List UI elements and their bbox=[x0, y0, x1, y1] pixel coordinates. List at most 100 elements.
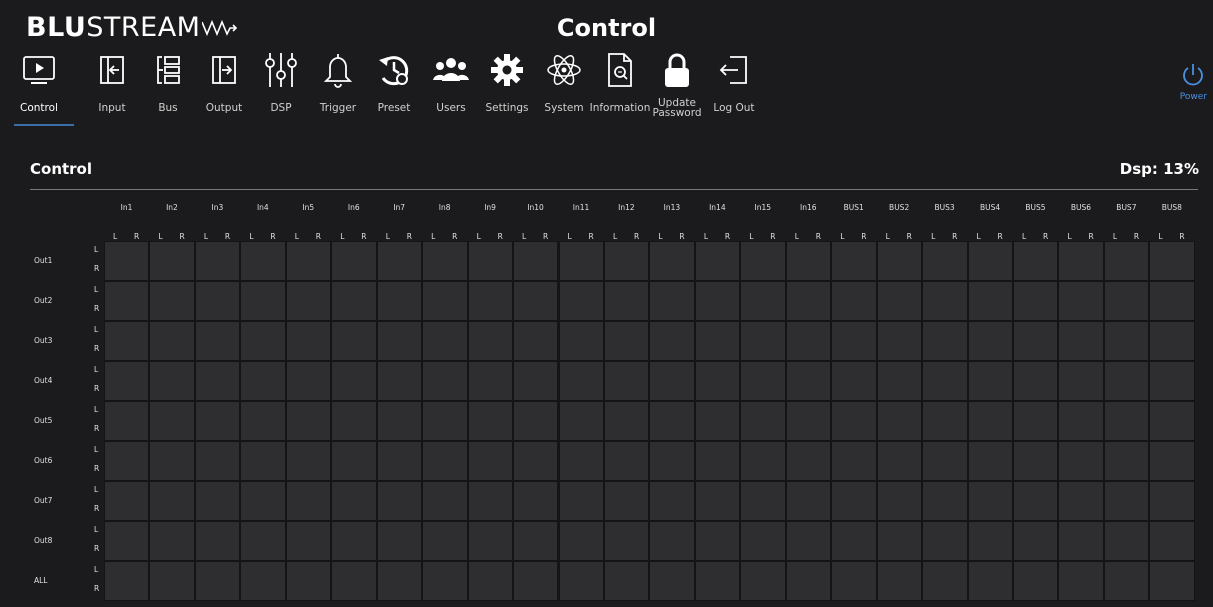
matrix-cell[interactable] bbox=[1059, 562, 1103, 600]
matrix-cell[interactable] bbox=[604, 242, 649, 280]
matrix-cell[interactable] bbox=[150, 482, 194, 520]
matrix-cell[interactable] bbox=[695, 322, 740, 360]
matrix-cell[interactable] bbox=[786, 562, 831, 600]
matrix-cell[interactable] bbox=[377, 442, 422, 480]
matrix-cell[interactable] bbox=[1059, 282, 1103, 320]
matrix-cell[interactable] bbox=[695, 282, 740, 320]
nav-item-trigger[interactable]: Trigger bbox=[308, 50, 368, 113]
matrix-cell[interactable] bbox=[423, 562, 467, 600]
matrix-cell[interactable] bbox=[1014, 402, 1058, 440]
matrix-cell[interactable] bbox=[877, 522, 922, 560]
matrix-cell[interactable] bbox=[832, 362, 876, 400]
matrix-cell[interactable] bbox=[741, 562, 785, 600]
matrix-cell[interactable] bbox=[195, 482, 240, 520]
matrix-cell[interactable] bbox=[241, 322, 285, 360]
matrix-cell[interactable] bbox=[786, 242, 831, 280]
matrix-cell[interactable] bbox=[423, 442, 467, 480]
matrix-cell[interactable] bbox=[1150, 442, 1194, 480]
nav-item-information[interactable]: Information bbox=[590, 50, 650, 113]
matrix-cell[interactable] bbox=[195, 522, 240, 560]
matrix-cell[interactable] bbox=[286, 562, 331, 600]
matrix-cell[interactable] bbox=[514, 402, 558, 440]
matrix-cell[interactable] bbox=[604, 282, 649, 320]
matrix-cell[interactable] bbox=[1150, 322, 1194, 360]
matrix-cell[interactable] bbox=[1014, 482, 1058, 520]
matrix-cell[interactable] bbox=[559, 322, 603, 360]
matrix-cell[interactable] bbox=[423, 242, 467, 280]
matrix-cell[interactable] bbox=[241, 482, 285, 520]
matrix-cell[interactable] bbox=[968, 402, 1012, 440]
nav-item-system[interactable]: System bbox=[534, 50, 594, 113]
matrix-cell[interactable] bbox=[377, 242, 422, 280]
matrix-cell[interactable] bbox=[650, 282, 694, 320]
matrix-cell[interactable] bbox=[786, 402, 831, 440]
matrix-cell[interactable] bbox=[695, 522, 740, 560]
matrix-cell[interactable] bbox=[604, 522, 649, 560]
nav-item-update-password[interactable]: Update Password bbox=[647, 50, 707, 118]
matrix-cell[interactable] bbox=[468, 522, 513, 560]
matrix-cell[interactable] bbox=[968, 242, 1012, 280]
matrix-cell[interactable] bbox=[1014, 522, 1058, 560]
matrix-cell[interactable] bbox=[559, 282, 603, 320]
matrix-cell[interactable] bbox=[786, 362, 831, 400]
matrix-cell[interactable] bbox=[604, 482, 649, 520]
matrix-cell[interactable] bbox=[741, 482, 785, 520]
matrix-cell[interactable] bbox=[468, 562, 513, 600]
matrix-cell[interactable] bbox=[423, 482, 467, 520]
matrix-cell[interactable] bbox=[286, 322, 331, 360]
matrix-cell[interactable] bbox=[1104, 362, 1149, 400]
matrix-cell[interactable] bbox=[604, 322, 649, 360]
matrix-cell[interactable] bbox=[105, 442, 149, 480]
matrix-cell[interactable] bbox=[832, 442, 876, 480]
matrix-cell[interactable] bbox=[1014, 442, 1058, 480]
matrix-cell[interactable] bbox=[832, 242, 876, 280]
matrix-cell[interactable] bbox=[105, 482, 149, 520]
matrix-cell[interactable] bbox=[1104, 562, 1149, 600]
matrix-cell[interactable] bbox=[877, 362, 922, 400]
matrix-cell[interactable] bbox=[968, 482, 1012, 520]
matrix-cell[interactable] bbox=[332, 242, 376, 280]
nav-item-users[interactable]: Users bbox=[421, 50, 481, 113]
matrix-cell[interactable] bbox=[559, 522, 603, 560]
matrix-cell[interactable] bbox=[514, 442, 558, 480]
nav-item-bus[interactable]: Bus bbox=[138, 50, 198, 113]
nav-item-control[interactable]: Control bbox=[9, 50, 69, 113]
matrix-cell[interactable] bbox=[377, 482, 422, 520]
nav-item-log-out[interactable]: Log Out bbox=[704, 50, 764, 113]
matrix-cell[interactable] bbox=[286, 362, 331, 400]
nav-item-preset[interactable]: Preset bbox=[364, 50, 424, 113]
matrix-cell[interactable] bbox=[741, 282, 785, 320]
matrix-cell[interactable] bbox=[741, 322, 785, 360]
matrix-cell[interactable] bbox=[877, 402, 922, 440]
matrix-cell[interactable] bbox=[286, 242, 331, 280]
matrix-cell[interactable] bbox=[650, 562, 694, 600]
matrix-cell[interactable] bbox=[514, 482, 558, 520]
matrix-cell[interactable] bbox=[1059, 402, 1103, 440]
matrix-cell[interactable] bbox=[468, 402, 513, 440]
matrix-cell[interactable] bbox=[286, 282, 331, 320]
matrix-cell[interactable] bbox=[741, 242, 785, 280]
matrix-cell[interactable] bbox=[286, 442, 331, 480]
matrix-cell[interactable] bbox=[423, 522, 467, 560]
matrix-cell[interactable] bbox=[377, 522, 422, 560]
matrix-cell[interactable] bbox=[195, 282, 240, 320]
matrix-cell[interactable] bbox=[923, 362, 967, 400]
matrix-cell[interactable] bbox=[332, 322, 376, 360]
matrix-cell[interactable] bbox=[1014, 282, 1058, 320]
matrix-cell[interactable] bbox=[1059, 482, 1103, 520]
matrix-cell[interactable] bbox=[377, 362, 422, 400]
matrix-cell[interactable] bbox=[786, 522, 831, 560]
matrix-cell[interactable] bbox=[968, 562, 1012, 600]
matrix-cell[interactable] bbox=[1150, 282, 1194, 320]
matrix-cell[interactable] bbox=[695, 362, 740, 400]
matrix-cell[interactable] bbox=[1059, 242, 1103, 280]
matrix-cell[interactable] bbox=[195, 562, 240, 600]
matrix-cell[interactable] bbox=[923, 402, 967, 440]
matrix-cell[interactable] bbox=[150, 402, 194, 440]
matrix-cell[interactable] bbox=[968, 442, 1012, 480]
matrix-cell[interactable] bbox=[695, 402, 740, 440]
matrix-cell[interactable] bbox=[1150, 362, 1194, 400]
matrix-cell[interactable] bbox=[377, 402, 422, 440]
matrix-cell[interactable] bbox=[150, 522, 194, 560]
matrix-cell[interactable] bbox=[650, 322, 694, 360]
